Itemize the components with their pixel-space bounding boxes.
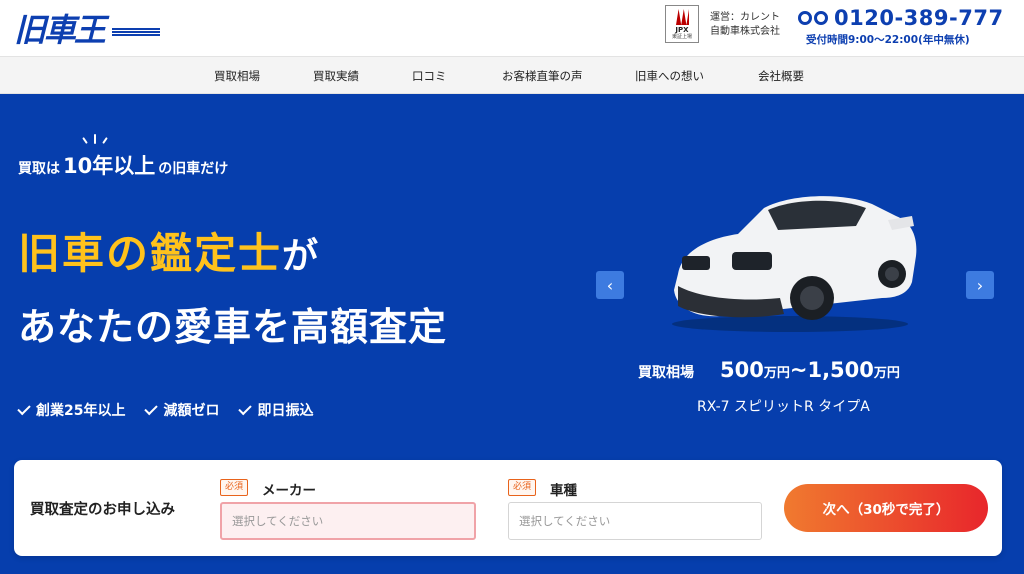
appraisal-form: 買取査定のお申し込み 必須 メーカー 選択してください 必須 車種 選択してくだ… (14, 460, 1002, 556)
operator-line-1: 運営：カレント (710, 12, 780, 23)
nav-item-customer-voices[interactable]: お客様直筆の声 (502, 68, 583, 84)
price-unit-min: 万円 (763, 366, 790, 381)
nav-item-philosophy[interactable]: 旧車への想い (635, 68, 704, 84)
feature-item: 即日振込 (238, 400, 314, 420)
car-image (672, 196, 917, 332)
feature-label: 即日振込 (257, 403, 314, 419)
logo-text: 旧車王 (14, 11, 106, 49)
model-select[interactable]: 選択してください (508, 502, 762, 540)
car-model-name: RX-7 スピリットR タイプA (697, 399, 870, 415)
required-badge: 必須 (220, 479, 249, 496)
business-hours: 受付時間9:00～22:00(年中無休) (806, 34, 970, 46)
required-badge: 必須 (508, 479, 537, 496)
price-separator: ~ (789, 358, 808, 382)
global-nav: 買取相場 買取実績 口コミ お客様直筆の声 旧車への想い 会社概要 (0, 56, 1024, 94)
sparkle-icon (82, 130, 108, 144)
next-button[interactable]: 次へ（30秒で完了） (784, 484, 988, 532)
check-icon (17, 401, 31, 416)
tagline-post: の旧車だけ (158, 161, 229, 177)
jpx-logo-icon (676, 9, 689, 25)
feature-item: 創業25年以上 (17, 400, 126, 420)
feature-item: 減額ゼロ (144, 400, 220, 420)
operator-line-2: 自動車株式会社 (710, 26, 780, 37)
feature-label: 創業25年以上 (36, 403, 126, 419)
hero-headline-2: あなたの愛車を高額査定 (18, 305, 448, 349)
nav-item-results[interactable]: 買取実績 (313, 68, 359, 84)
price-max: 1,500 (807, 358, 874, 382)
feature-label: 減額ゼロ (163, 403, 220, 419)
operator-info: 運営：カレント 自動車株式会社 (710, 11, 780, 39)
headline-suffix: が (282, 236, 319, 277)
tagline-pre: 買取は (18, 161, 60, 177)
phone-number: 0120-389-777 (834, 6, 1004, 30)
site-logo[interactable]: 旧車王 (14, 6, 106, 49)
price-label: 買取相場 (638, 365, 694, 381)
carousel-prev-button[interactable]: ‹ (596, 271, 624, 299)
check-icon (144, 401, 159, 416)
price-unit-max: 万円 (873, 366, 900, 381)
price-min: 500 (720, 358, 764, 382)
jpx-badge: JPX 東証上場 (665, 5, 699, 43)
site-header: 旧車王 JPX 東証上場 運営：カレント 自動車株式会社 0120-389-77… (0, 0, 1024, 56)
maker-label: メーカー (262, 483, 316, 499)
tagline-emphasis: 10年以上 (63, 154, 156, 178)
nav-item-company[interactable]: 会社概要 (758, 68, 804, 84)
chevron-left-icon: ‹ (606, 275, 614, 295)
model-label: 車種 (550, 483, 577, 499)
jpx-label: JPX (675, 26, 689, 34)
carousel-next-button[interactable]: › (966, 271, 994, 299)
nav-item-market-price[interactable]: 買取相場 (214, 68, 260, 84)
free-dial-icon (798, 8, 828, 28)
headline-highlight: 旧車の鑑定士 (18, 229, 283, 278)
maker-select[interactable]: 選択してください (220, 502, 476, 540)
form-title: 買取査定のお申し込み (30, 502, 175, 518)
hero-headline-1: 旧車の鑑定士 が (18, 220, 318, 281)
nav-item-reviews[interactable]: 口コミ (412, 68, 447, 84)
jpx-sub-label: 東証上場 (671, 34, 692, 40)
chevron-right-icon: › (976, 275, 984, 295)
phone-link[interactable]: 0120-389-777 (798, 6, 1004, 30)
price-range: 買取相場 500 万円 ~ 1,500 万円 (638, 358, 900, 382)
hero-tagline: 買取は 10年以上 の旧車だけ (18, 150, 228, 180)
feature-list: 創業25年以上 減額ゼロ 即日振込 (17, 400, 314, 420)
logo-speed-lines (112, 28, 160, 36)
check-icon (238, 401, 253, 416)
